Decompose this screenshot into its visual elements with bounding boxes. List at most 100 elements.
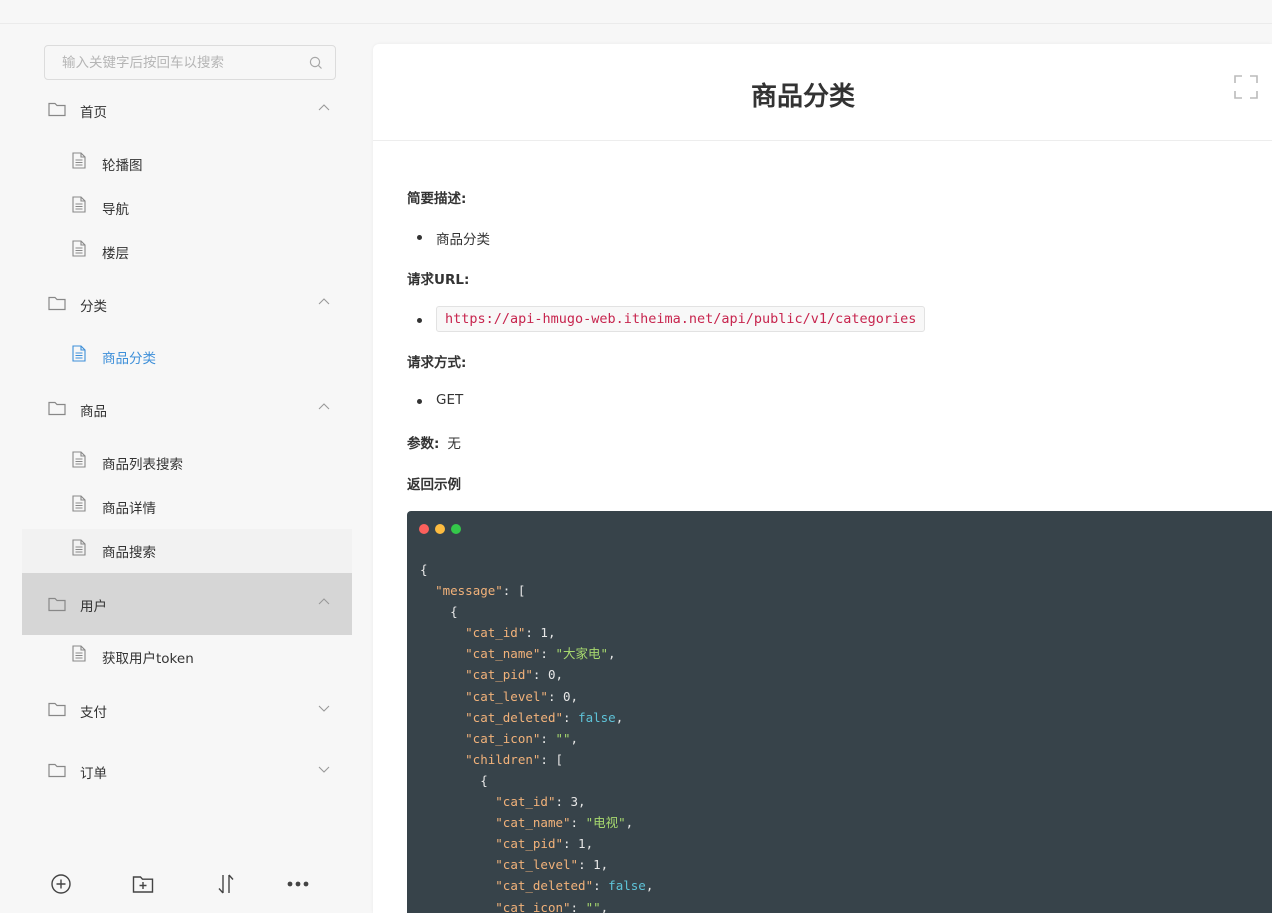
plus-circle-icon <box>51 874 71 894</box>
sidebar-toolbar <box>0 872 372 902</box>
sidebar-item-label: 商品列表搜索 <box>102 457 183 473</box>
code-line: "cat_level": 1, <box>495 857 609 873</box>
sidebar-item-label: 商品详情 <box>102 501 156 517</box>
sidebar-item-label: 商品分类 <box>102 351 156 367</box>
chevron-up-icon[interactable] <box>318 103 330 113</box>
code-line: "cat_icon": "", <box>465 730 579 746</box>
sidebar-item-label: 导航 <box>102 202 129 218</box>
method-heading: 请求方式: <box>407 355 467 371</box>
folder-icon <box>48 702 66 717</box>
code-line: "cat_id": 1, <box>465 625 556 641</box>
add-folder-button[interactable] <box>131 872 155 896</box>
code-line: "cat_pid": 0, <box>465 667 563 683</box>
folder-label: 支付 <box>80 705 107 721</box>
sidebar-item-label: 商品搜索 <box>102 545 156 561</box>
folder-plus-icon <box>132 876 154 893</box>
sidebar-folder-order[interactable]: 订单 <box>22 749 352 793</box>
folder-label: 分类 <box>80 299 107 315</box>
sidebar-folder-category[interactable]: 分类 <box>22 282 352 326</box>
page-title: 商品分类 <box>750 82 855 112</box>
sort-icon <box>218 874 234 894</box>
sidebar-item-get-token[interactable]: 获取用户token <box>22 635 352 679</box>
sort-button[interactable] <box>214 872 238 896</box>
chevron-up-icon[interactable] <box>318 297 330 307</box>
brief-heading: 简要描述: <box>407 191 467 207</box>
folder-label: 订单 <box>80 766 107 782</box>
sidebar-item-carousel[interactable]: 轮播图 <box>22 142 352 186</box>
params-label: 参数: <box>407 436 440 452</box>
code-line: "cat_deleted": false, <box>495 878 654 894</box>
chevron-down-icon[interactable] <box>318 764 330 774</box>
sidebar-item-goods-category[interactable]: 商品分类 <box>22 335 352 379</box>
url-heading: 请求URL: <box>407 272 470 288</box>
sidebar-item-label: 轮播图 <box>102 158 143 174</box>
code-line: "cat_name": "电视", <box>495 815 634 831</box>
document-header: 商品分类 <box>373 44 1272 141</box>
folder-icon <box>48 102 66 117</box>
document-icon <box>72 345 86 362</box>
bullet <box>417 318 422 323</box>
code-line: { <box>420 772 488 788</box>
sidebar-folder-goods[interactable]: 商品 <box>22 387 352 431</box>
document-panel: 商品分类 简要描述: 商品分类 请求URL: https://api-hmugo… <box>373 44 1272 913</box>
top-bar <box>0 0 1272 24</box>
search-icon[interactable] <box>309 56 323 70</box>
request-url[interactable]: https://api-hmugo-web.itheima.net/api/pu… <box>436 306 926 332</box>
fullscreen-icon[interactable] <box>1233 74 1259 100</box>
folder-label: 商品 <box>80 404 107 420</box>
folder-icon <box>48 763 66 778</box>
search-input[interactable] <box>45 46 295 79</box>
code-line: "cat_icon": "", <box>495 899 609 913</box>
sidebar-folder-payment[interactable]: 支付 <box>22 688 352 732</box>
mac-minimize-dot <box>435 524 445 534</box>
sidebar-item-goods-search[interactable]: 商品搜索 <box>22 529 352 573</box>
code-line: "cat_level": 0, <box>465 688 579 704</box>
bullet <box>417 235 422 240</box>
code-lines: { "message": [ { "cat_id": 1, "cat_name"… <box>420 559 653 913</box>
sidebar-item-goods-list-search[interactable]: 商品列表搜索 <box>22 441 352 485</box>
search-box[interactable] <box>44 45 336 80</box>
code-line: "cat_name": "大家电", <box>465 646 616 662</box>
code-line: "message": [ <box>435 583 526 599</box>
chevron-down-icon[interactable] <box>318 703 330 713</box>
params-heading: 参数: 无 <box>407 432 461 452</box>
sidebar-item-goods-detail[interactable]: 商品详情 <box>22 485 352 529</box>
code-line: { <box>420 562 428 577</box>
add-page-button[interactable] <box>49 872 73 896</box>
example-heading: 返回示例 <box>407 477 461 493</box>
more-horizontal-icon <box>287 881 309 887</box>
document-icon <box>72 539 86 556</box>
document-icon <box>72 451 86 468</box>
mac-close-dot <box>419 524 429 534</box>
document-icon <box>72 152 86 169</box>
sidebar: 首页 轮播图 导航 楼层 分类 商品分类 商品 商品列表搜索 商品详情 商品搜索 <box>0 24 372 913</box>
bullet <box>417 399 422 404</box>
code-line: "children": [ <box>465 751 563 767</box>
document-icon <box>72 196 86 213</box>
document-icon <box>72 645 86 662</box>
code-line: "cat_deleted": false, <box>465 709 624 725</box>
more-button[interactable] <box>286 872 310 896</box>
sidebar-folder-home[interactable]: 首页 <box>22 88 352 132</box>
folder-icon <box>48 296 66 311</box>
document-icon <box>72 240 86 257</box>
sidebar-item-label: 获取用户token <box>102 651 194 667</box>
mac-maximize-dot <box>451 524 461 534</box>
document-icon <box>72 495 86 512</box>
folder-icon <box>48 401 66 416</box>
params-value: 无 <box>447 436 461 452</box>
folder-label: 首页 <box>80 105 107 121</box>
folder-icon <box>48 597 66 612</box>
code-block: { "message": [ { "cat_id": 1, "cat_name"… <box>407 511 1272 913</box>
code-line: { <box>420 604 458 620</box>
chevron-up-icon[interactable] <box>318 402 330 412</box>
chevron-up-icon[interactable] <box>318 597 330 607</box>
sidebar-item-label: 楼层 <box>102 246 129 262</box>
sidebar-item-nav[interactable]: 导航 <box>22 186 352 230</box>
brief-text: 商品分类 <box>436 232 490 248</box>
code-line: "cat_pid": 1, <box>495 836 594 852</box>
code-line: "cat_id": 3, <box>495 794 586 810</box>
sidebar-item-floor[interactable]: 楼层 <box>22 230 352 274</box>
method-text: GET <box>436 392 464 408</box>
sidebar-folder-user[interactable]: 用户 <box>22 573 352 635</box>
